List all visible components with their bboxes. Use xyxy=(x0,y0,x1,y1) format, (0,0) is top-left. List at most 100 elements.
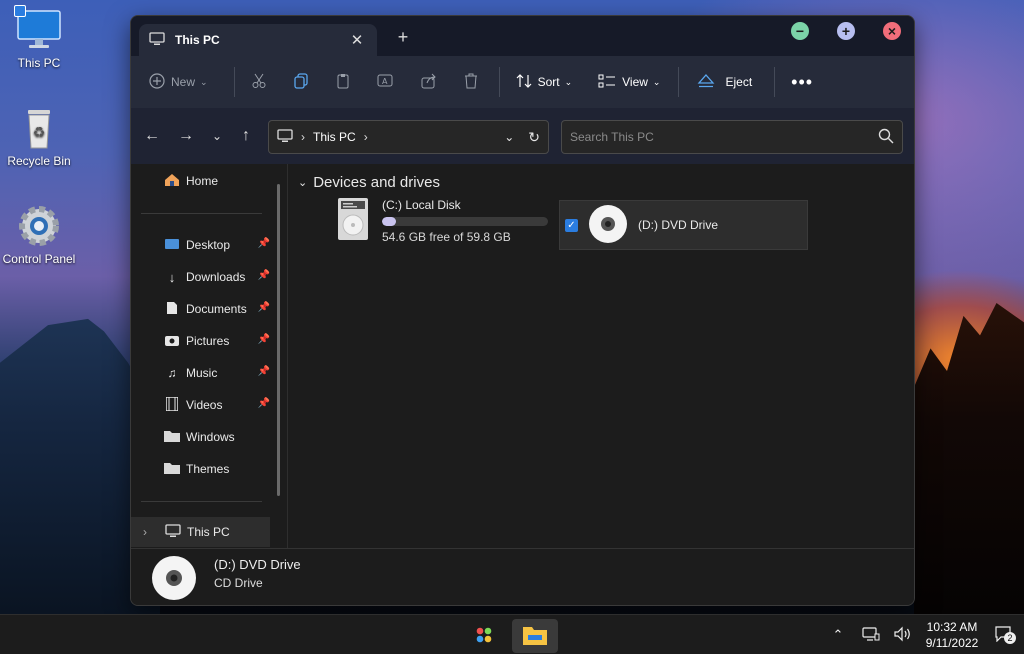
recent-locations-button[interactable]: ⌄ xyxy=(207,126,227,146)
camera-icon xyxy=(164,334,180,349)
pin-icon[interactable]: 📌 xyxy=(258,238,270,249)
view-icon xyxy=(598,74,616,91)
sidebar-item-pictures[interactable]: Pictures 📌 xyxy=(131,326,270,356)
up-button[interactable]: ↑ xyxy=(236,126,256,146)
storage-usage-fill xyxy=(382,217,397,226)
eject-button[interactable]: Eject xyxy=(697,73,752,92)
group-header-devices[interactable]: ⌄ Devices and drives xyxy=(298,174,440,191)
forward-button[interactable]: → xyxy=(176,126,196,146)
sidebar-item-documents[interactable]: Documents 📌 xyxy=(131,294,270,324)
start-icon xyxy=(475,626,493,647)
cut-button[interactable] xyxy=(251,73,267,92)
sidebar-item-home[interactable]: Home xyxy=(131,166,270,196)
new-tab-button[interactable]: + xyxy=(393,27,413,48)
sidebar-item-label: Home xyxy=(186,174,219,188)
chevron-right-icon[interactable]: › xyxy=(143,525,157,539)
file-explorer-window: This PC ✕ + − + × New ⌄ A Sort ⌄ View ⌄ xyxy=(130,15,915,606)
tab-this-pc[interactable]: This PC ✕ xyxy=(139,24,377,56)
notification-count-badge: 2 xyxy=(1004,631,1016,644)
details-pane: (D:) DVD Drive CD Drive xyxy=(131,548,914,605)
more-icon: ••• xyxy=(791,71,814,92)
maximize-button[interactable]: + xyxy=(837,22,855,40)
delete-button[interactable] xyxy=(463,73,479,92)
pin-icon[interactable]: 📌 xyxy=(258,302,270,313)
monitor-icon xyxy=(14,5,62,52)
more-options-button[interactable]: ••• xyxy=(791,72,813,93)
notification-center-button[interactable]: 2 xyxy=(990,615,1018,654)
share-button[interactable] xyxy=(421,73,437,92)
toolbar-separator xyxy=(498,67,500,97)
sidebar-item-windows[interactable]: Windows xyxy=(131,422,270,452)
chevron-up-icon: ⌃ xyxy=(832,627,844,642)
pin-icon[interactable]: 📌 xyxy=(258,366,270,377)
sidebar-scrollbar[interactable] xyxy=(277,184,280,496)
network-button[interactable] xyxy=(860,615,882,654)
desktop-icon-this-pc[interactable]: This PC xyxy=(0,5,78,70)
toolbar-separator xyxy=(774,67,776,97)
address-bar[interactable]: › This PC › ⌄ ↻ xyxy=(268,120,549,154)
sidebar-item-videos[interactable]: Videos 📌 xyxy=(131,390,270,420)
desktop-icon-label: Control Panel xyxy=(2,252,76,266)
pin-icon[interactable]: 📌 xyxy=(258,334,270,345)
network-icon xyxy=(862,626,880,645)
start-button[interactable] xyxy=(461,619,507,653)
refresh-icon[interactable]: ↻ xyxy=(528,129,540,146)
clock-date: 9/11/2022 xyxy=(925,636,979,650)
pin-icon[interactable]: 📌 xyxy=(258,270,270,281)
desktop-icon-recycle-bin[interactable]: ♻ Recycle Bin xyxy=(0,106,78,168)
clock-time: 10:32 AM xyxy=(926,620,978,634)
volume-button[interactable] xyxy=(892,615,914,654)
notification-icon: 2 xyxy=(995,625,1016,645)
monitor-icon xyxy=(277,128,293,146)
drive-name: (C:) Local Disk xyxy=(382,198,461,212)
sidebar-item-label: Themes xyxy=(186,462,230,476)
disc-icon xyxy=(151,555,197,604)
breadcrumb-this-pc[interactable]: This PC xyxy=(313,130,356,144)
view-button[interactable]: View ⌄ xyxy=(598,74,660,91)
rename-button[interactable]: A xyxy=(377,73,395,92)
sidebar-item-downloads[interactable]: ↓ Downloads 📌 xyxy=(131,262,270,292)
new-button[interactable]: New ⌄ xyxy=(149,72,208,92)
paste-button[interactable] xyxy=(335,73,351,92)
search-icon[interactable] xyxy=(878,128,894,147)
breadcrumb-separator-icon[interactable]: › xyxy=(364,130,368,144)
plus-circle-icon xyxy=(149,72,165,92)
cut-icon xyxy=(251,73,267,92)
tab-title: This PC xyxy=(175,33,220,47)
sidebar-item-desktop[interactable]: Desktop 📌 xyxy=(131,230,270,260)
breadcrumb-separator-icon: › xyxy=(301,130,305,144)
recycle-bin-icon: ♻ xyxy=(16,106,62,150)
pin-icon[interactable]: 📌 xyxy=(258,398,270,409)
selection-checkbox[interactable]: ✓ xyxy=(565,218,578,232)
close-window-button[interactable]: × xyxy=(883,22,901,40)
taskbar-clock[interactable]: 10:32 AM 9/11/2022 xyxy=(922,619,982,651)
new-label: New xyxy=(171,75,196,89)
desktop-icon-control-panel[interactable]: Control Panel xyxy=(0,204,78,266)
chevron-down-icon: ⌄ xyxy=(298,177,308,189)
sidebar-item-themes[interactable]: Themes xyxy=(131,454,270,484)
eject-label: Eject xyxy=(725,75,753,89)
search-input[interactable] xyxy=(570,130,878,144)
search-box[interactable] xyxy=(561,120,903,154)
home-icon xyxy=(164,173,180,190)
sidebar-item-label: Pictures xyxy=(186,334,230,348)
sidebar-divider xyxy=(141,501,262,502)
monitor-icon xyxy=(149,31,165,49)
back-button[interactable]: ← xyxy=(142,126,162,146)
sidebar-item-music[interactable]: ♫ Music 📌 xyxy=(131,358,271,388)
chevron-down-icon: ⌄ xyxy=(564,76,573,87)
show-hidden-icons-button[interactable]: ⌃ xyxy=(828,615,848,654)
close-tab-icon[interactable]: ✕ xyxy=(347,31,367,49)
gear-icon xyxy=(16,204,62,248)
address-dropdown-icon[interactable]: ⌄ xyxy=(504,130,514,144)
documents-icon xyxy=(164,301,180,318)
drive-c-item[interactable]: (C:) Local Disk 54.6 GB free of 59.8 GB xyxy=(338,198,552,252)
drive-d-item[interactable]: ✓ (D:) DVD Drive xyxy=(559,200,808,250)
copy-button[interactable] xyxy=(293,72,309,92)
sidebar-item-this-pc[interactable]: › This PC xyxy=(131,517,270,547)
sidebar-item-label: Downloads xyxy=(186,270,246,284)
minimize-button[interactable]: − xyxy=(791,22,809,40)
file-list: ⌄ Devices and drives (C:) Local Disk 54.… xyxy=(288,164,914,548)
taskbar-file-explorer[interactable] xyxy=(512,619,558,653)
sort-button[interactable]: Sort ⌄ xyxy=(516,73,573,92)
